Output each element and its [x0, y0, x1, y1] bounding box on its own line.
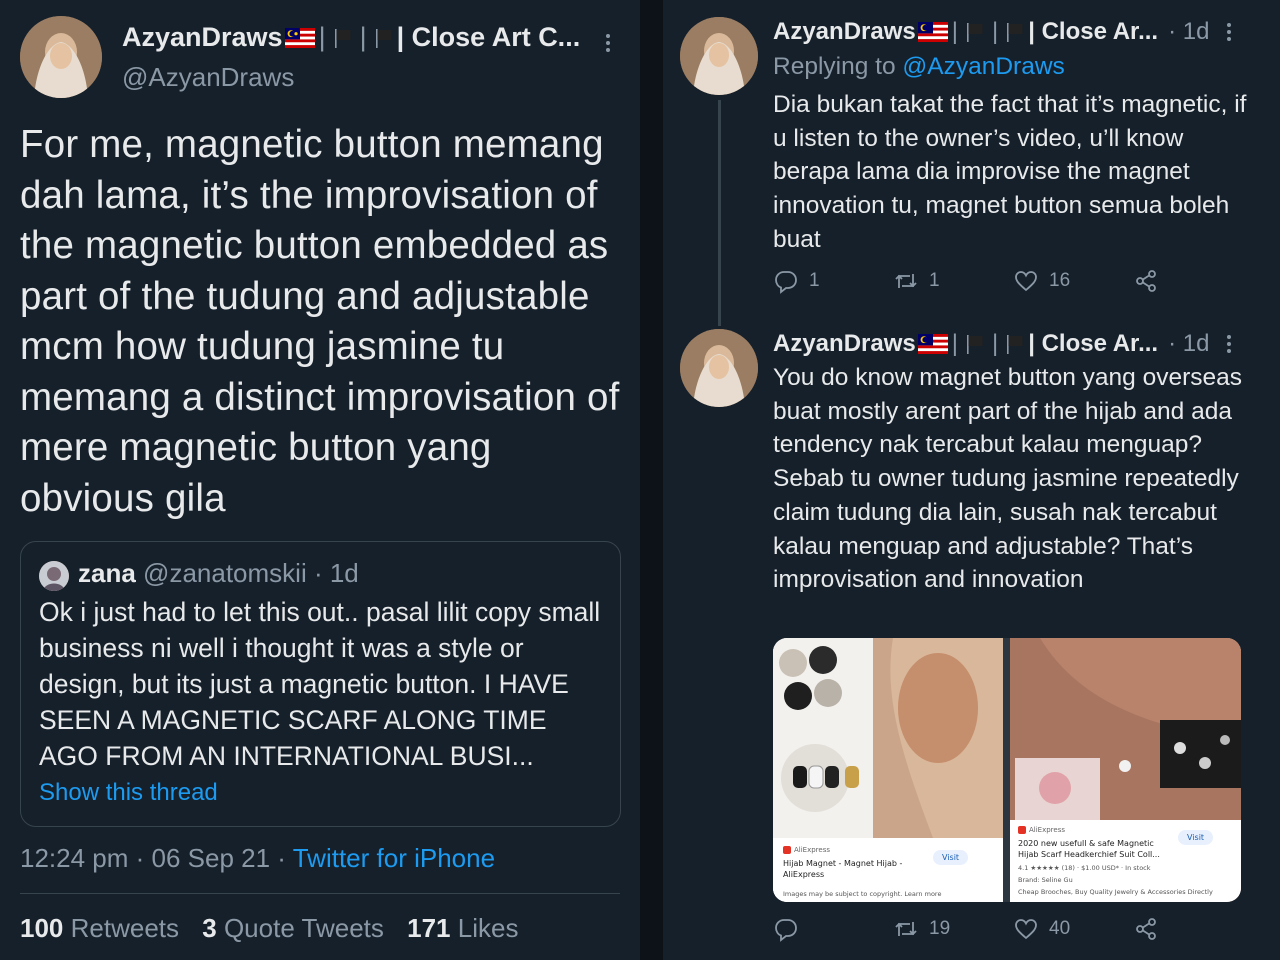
- reply-button[interactable]: [773, 916, 809, 942]
- action-bar: 19 40: [773, 916, 1156, 946]
- share-button[interactable]: [1133, 268, 1159, 294]
- black-flag-icon: [1004, 333, 1026, 355]
- name-suffix[interactable]: | Close Ar...: [1028, 330, 1158, 358]
- divider: [20, 893, 620, 894]
- thread-line: [718, 100, 721, 326]
- author-name-row[interactable]: AzyanDraws | | | Close Ar... · 1d: [773, 330, 1209, 358]
- quoted-avatar[interactable]: [39, 561, 69, 591]
- visit-button[interactable]: Visit: [1178, 830, 1214, 845]
- show-thread-link[interactable]: Show this thread: [39, 779, 218, 807]
- display-name[interactable]: AzyanDraws: [773, 18, 916, 46]
- main-tweet-panel: AzyanDraws | | | Close Art C... @AzyanDr…: [0, 0, 640, 960]
- quoted-handle[interactable]: @zanatomskii: [143, 558, 307, 588]
- quoted-tweet[interactable]: zana @zanatomskii · 1d Ok i just had to …: [20, 541, 621, 827]
- media-title: 2020 new usefull & safe Magnetic Hijab S…: [1018, 839, 1160, 859]
- separator: |: [359, 22, 367, 52]
- author-name-row[interactable]: AzyanDraws | | | Close Art C...: [122, 22, 580, 53]
- black-flag-icon: [332, 27, 354, 49]
- likes-stat[interactable]: 171 Likes: [407, 913, 518, 943]
- quoted-name[interactable]: zana: [78, 558, 136, 588]
- like-button[interactable]: 16: [1013, 268, 1070, 294]
- retweet-icon: [895, 922, 917, 936]
- like-count: 40: [1049, 918, 1071, 939]
- display-name[interactable]: AzyanDraws: [122, 22, 283, 53]
- like-icon: [1015, 919, 1037, 940]
- author-name-row[interactable]: AzyanDraws | | | Close Ar... · 1d: [773, 18, 1209, 46]
- reply-time[interactable]: · 1d: [1168, 330, 1209, 358]
- quoted-time: · 1d: [313, 558, 359, 588]
- avatar[interactable]: [20, 16, 102, 98]
- black-flag-icon: [964, 333, 986, 355]
- action-bar: 1 1 16: [773, 268, 1156, 298]
- separator: |: [951, 18, 958, 45]
- stats-row: 100 Retweets 3 Quote Tweets 171 Likes: [20, 913, 534, 944]
- share-icon: [1136, 918, 1156, 940]
- black-flag-icon: [1004, 21, 1026, 43]
- author-handle[interactable]: @AzyanDraws: [122, 62, 294, 93]
- visit-button[interactable]: Visit: [933, 850, 969, 865]
- avatar[interactable]: [680, 17, 758, 95]
- share-button[interactable]: [1133, 916, 1159, 942]
- media-caption: AliExpress Hijab Magnet - Magnet Hijab -…: [773, 838, 1003, 902]
- retweets-stat[interactable]: 100 Retweets: [20, 913, 179, 943]
- media-image-1[interactable]: AliExpress Hijab Magnet - Magnet Hijab -…: [773, 638, 1003, 902]
- reply-icon: [775, 919, 797, 942]
- retweet-count: 19: [929, 918, 951, 939]
- malaysia-flag-icon: [917, 22, 948, 42]
- share-icon: [1136, 270, 1156, 292]
- retweet-button[interactable]: 19: [893, 916, 950, 942]
- copyright-note: Images may be subject to copyright. Lear…: [783, 890, 942, 898]
- quote-tweets-stat[interactable]: 3 Quote Tweets: [202, 913, 384, 943]
- like-count: 16: [1049, 270, 1071, 291]
- replying-to: Replying to @AzyanDraws: [773, 53, 1065, 80]
- replying-to-handle[interactable]: @AzyanDraws: [902, 53, 1064, 80]
- footer: Cheap Brooches, Buy Quality Jewelry & Ac…: [1018, 888, 1213, 896]
- rating: 4.1 ★★★★★ (18) · $1.00 USD* · In stock: [1018, 864, 1151, 872]
- name-suffix[interactable]: | Close Art C...: [397, 22, 581, 53]
- timestamp[interactable]: 12:24 pm · 06 Sep 21 ·: [20, 843, 286, 873]
- separator: |: [991, 18, 999, 45]
- media-title: Hijab Magnet - Magnet Hijab - AliExpress: [783, 859, 903, 879]
- retweet-icon: [895, 274, 917, 288]
- quoted-text: Ok i just had to let this out.. pasal li…: [39, 597, 601, 771]
- reply-icon: [775, 271, 797, 294]
- reply-count: 1: [809, 270, 820, 291]
- like-icon: [1015, 271, 1037, 292]
- replies-panel: AzyanDraws | | | Close Ar... · 1d Replyi…: [663, 0, 1280, 960]
- display-name[interactable]: AzyanDraws: [773, 330, 916, 358]
- brand: Brand: Seline Gu: [1018, 876, 1073, 884]
- malaysia-flag-icon: [917, 334, 948, 354]
- more-icon[interactable]: [1226, 332, 1232, 356]
- quoted-author-row[interactable]: zana @zanatomskii · 1d: [78, 558, 359, 589]
- media-caption: AliExpress 2020 new usefull & safe Magne…: [1010, 820, 1241, 902]
- retweet-button[interactable]: 1: [893, 268, 940, 294]
- media-image-2[interactable]: AliExpress 2020 new usefull & safe Magne…: [1010, 638, 1241, 902]
- media-grid[interactable]: AliExpress Hijab Magnet - Magnet Hijab -…: [773, 638, 1241, 902]
- timestamp-row: 12:24 pm · 06 Sep 21 · Twitter for iPhon…: [20, 843, 495, 874]
- reply-time[interactable]: · 1d: [1168, 18, 1209, 46]
- tweet-text: For me, magnetic button memang dah lama,…: [20, 123, 620, 520]
- malaysia-flag-icon: [284, 27, 315, 48]
- more-icon[interactable]: [1226, 20, 1232, 44]
- separator: |: [951, 330, 958, 357]
- reply-text: Dia bukan takat the fact that it’s magne…: [773, 91, 1247, 253]
- black-flag-icon: [964, 21, 986, 43]
- like-button[interactable]: 40: [1013, 916, 1070, 942]
- separator: |: [318, 22, 326, 52]
- reply-button[interactable]: 1: [773, 268, 820, 294]
- source-link[interactable]: Twitter for iPhone: [293, 843, 495, 873]
- separator: |: [991, 330, 999, 357]
- retweet-count: 1: [929, 270, 940, 291]
- name-suffix[interactable]: | Close Ar...: [1028, 18, 1158, 46]
- avatar[interactable]: [680, 329, 758, 407]
- more-icon[interactable]: [605, 31, 611, 55]
- reply-text: You do know magnet button yang overseas …: [773, 364, 1243, 594]
- black-flag-icon: [373, 27, 395, 49]
